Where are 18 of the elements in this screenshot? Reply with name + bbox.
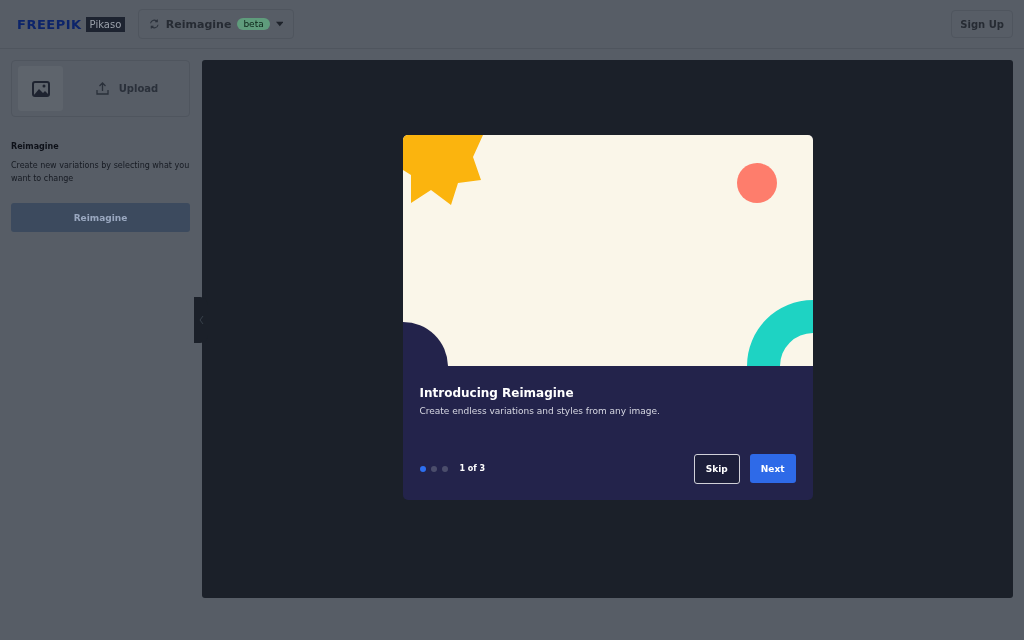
dialog-text: Create endless variations and styles from any image. bbox=[419, 405, 661, 416]
section-title: Reimagine bbox=[11, 142, 60, 151]
page-counter: 1 of 3 bbox=[459, 464, 486, 473]
refresh-icon bbox=[149, 17, 160, 31]
page-dot[interactable] bbox=[441, 465, 448, 472]
image-icon bbox=[31, 80, 50, 97]
dialog-title: Introducing Reimagine bbox=[419, 385, 575, 400]
page-dot[interactable] bbox=[419, 465, 426, 472]
skip-button[interactable]: Skip bbox=[693, 453, 740, 484]
image-placeholder[interactable] bbox=[18, 66, 63, 111]
logo[interactable]: FREEPIK bbox=[17, 16, 82, 32]
logo-badge: Pikaso bbox=[85, 16, 126, 32]
next-button[interactable]: Next bbox=[749, 454, 796, 483]
beta-badge: beta bbox=[237, 18, 270, 30]
caret-icon bbox=[275, 21, 284, 27]
upload-icon bbox=[95, 82, 109, 95]
chevron-left-icon bbox=[198, 316, 204, 324]
page-dot[interactable] bbox=[430, 465, 437, 472]
